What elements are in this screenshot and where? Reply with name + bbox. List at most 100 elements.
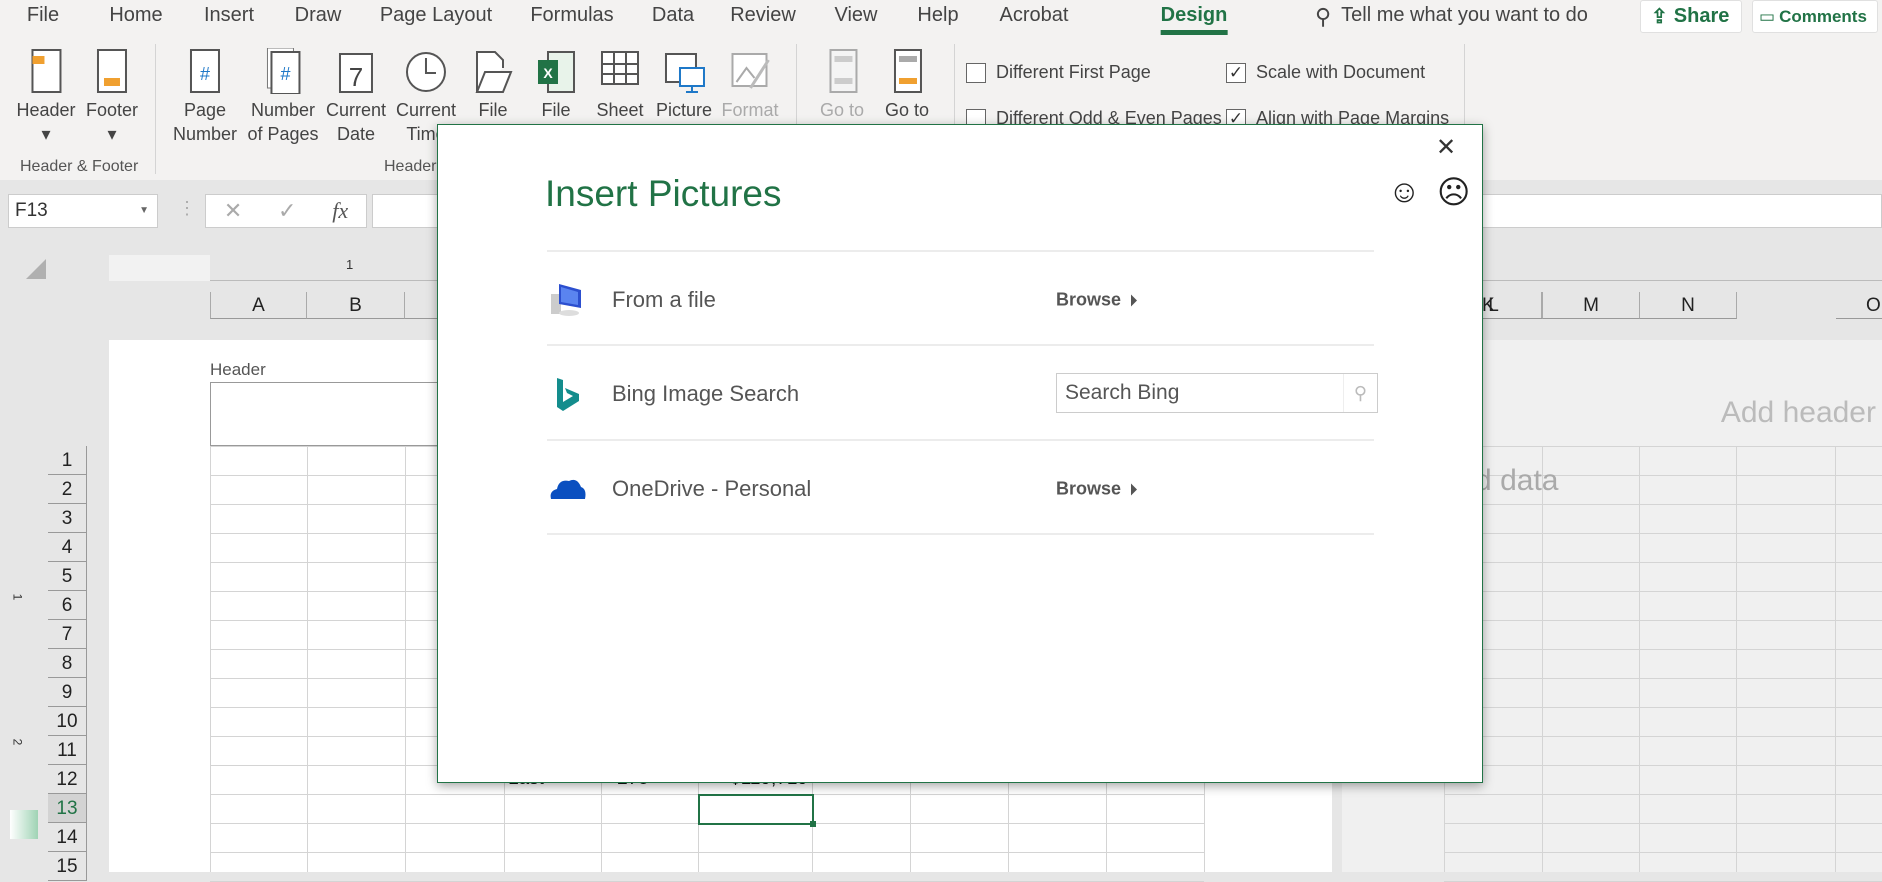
- row-header-11[interactable]: 11: [48, 736, 87, 765]
- row-header-2[interactable]: 2: [48, 475, 87, 504]
- row-header-6[interactable]: 6: [48, 591, 87, 620]
- gridline: [1444, 823, 1882, 824]
- number-of-pages-icon: #: [261, 47, 305, 95]
- tab-formulas[interactable]: Formulas: [530, 4, 613, 27]
- computer-icon: [551, 284, 581, 316]
- checkbox-unchecked[interactable]: [966, 62, 986, 83]
- gridline: [1444, 765, 1882, 766]
- tab-acrobat[interactable]: Acrobat: [1000, 4, 1069, 27]
- checkbox-different-first-page[interactable]: Different First Page: [966, 62, 1151, 83]
- column-header-B[interactable]: B: [307, 292, 405, 319]
- onedrive-browse-button[interactable]: Browse: [1056, 479, 1138, 500]
- row-header-7[interactable]: 7: [48, 620, 87, 649]
- row-header-15[interactable]: 15: [48, 852, 87, 881]
- tell-me-search[interactable]: ⚲ Tell me what you want to do: [1315, 4, 1588, 30]
- header-icon: [24, 48, 68, 94]
- page-number-button[interactable]: # Page Number: [173, 48, 237, 146]
- column-header-O[interactable]: O: [1836, 292, 1882, 319]
- button-label: ▾: [107, 124, 117, 144]
- footer-icon: [90, 48, 134, 94]
- go-to-footer-icon: [885, 48, 929, 94]
- tab-review[interactable]: Review: [730, 4, 796, 27]
- caret-right-icon: [1131, 483, 1138, 495]
- insert-function-icon[interactable]: fx: [332, 198, 348, 224]
- button-label: Sheet: [596, 100, 644, 120]
- tab-page-layout[interactable]: Page Layout: [380, 4, 492, 27]
- svg-text:X: X: [543, 65, 553, 81]
- header-button[interactable]: Header ▾: [16, 48, 76, 146]
- button-label: ▾: [41, 124, 51, 144]
- row-header-14[interactable]: 14: [48, 823, 87, 852]
- checkbox-checked[interactable]: ✓: [1226, 62, 1246, 83]
- number-of-pages-button[interactable]: # Number of Pages: [247, 47, 319, 146]
- comment-icon: ▭: [1759, 6, 1776, 26]
- formula-buttons: ✕ ✓ fx: [205, 194, 367, 228]
- column-header-A[interactable]: A: [210, 292, 307, 319]
- gridline: [1736, 446, 1737, 872]
- name-box[interactable]: F13 ▼: [8, 194, 158, 228]
- row-header-3[interactable]: 3: [48, 504, 87, 533]
- calendar-button[interactable]: 7 Current Date: [326, 48, 386, 146]
- svg-text:#: #: [200, 64, 210, 84]
- format-picture-icon: [728, 48, 772, 94]
- checkbox-scale-with-document[interactable]: ✓ Scale with Document: [1226, 62, 1425, 83]
- tab-view[interactable]: View: [835, 4, 878, 27]
- button-label: Go to: [819, 100, 865, 120]
- button-label: Header: [16, 100, 76, 120]
- add-header-placeholder[interactable]: Add header: [1721, 396, 1876, 430]
- comments-button[interactable]: ▭ Comments: [1752, 0, 1878, 33]
- column-header-M[interactable]: M: [1543, 292, 1640, 319]
- fill-handle[interactable]: [810, 821, 816, 827]
- enter-icon[interactable]: ✓: [278, 198, 296, 224]
- group-label-header-footer: Header & Footer: [20, 158, 139, 175]
- row-indicator: [10, 810, 38, 839]
- button-label: of Pages: [247, 124, 319, 144]
- from-file-browse-button[interactable]: Browse: [1056, 290, 1138, 311]
- gridline: [1444, 649, 1882, 650]
- select-all-corner[interactable]: [26, 259, 46, 279]
- tab-help[interactable]: Help: [917, 4, 958, 27]
- gridline: [1542, 446, 1543, 872]
- tab-home[interactable]: Home: [109, 4, 162, 27]
- tab-data[interactable]: Data: [652, 4, 694, 27]
- row-header-8[interactable]: 8: [48, 649, 87, 678]
- gridline: [1444, 504, 1882, 505]
- search-icon: ⚲: [1315, 4, 1332, 29]
- divider: [547, 533, 1374, 535]
- gridline: [1639, 446, 1640, 872]
- gridline: [210, 852, 1204, 853]
- onedrive-icon: [550, 479, 586, 499]
- button-label: Page: [183, 100, 227, 120]
- search-icon[interactable]: ⚲: [1343, 374, 1377, 412]
- tab-file[interactable]: File: [27, 4, 59, 27]
- close-button[interactable]: ✕: [1436, 133, 1456, 162]
- row-header-1[interactable]: 1: [48, 446, 87, 475]
- gridline: [1444, 852, 1882, 853]
- drag-handle-icon[interactable]: ⋮: [178, 198, 196, 219]
- chevron-down-icon: ▼: [139, 205, 149, 216]
- vertical-ruler: 1 2: [10, 340, 38, 872]
- tab-insert[interactable]: Insert: [204, 4, 254, 27]
- picture-button[interactable]: Picture: [656, 48, 712, 122]
- row-header-9[interactable]: 9: [48, 678, 87, 707]
- gridline: [405, 446, 406, 872]
- sheet-icon: [598, 48, 642, 94]
- tab-design[interactable]: Design: [1160, 4, 1227, 35]
- row-header-5[interactable]: 5: [48, 562, 87, 591]
- cancel-icon[interactable]: ✕: [224, 198, 242, 224]
- gridline: [1444, 446, 1882, 447]
- search-bing-input[interactable]: Search Bing ⚲: [1056, 373, 1378, 413]
- smile-feedback-icon[interactable]: ☺: [1388, 173, 1421, 210]
- row-header-10[interactable]: 10: [48, 707, 87, 736]
- column-header-N[interactable]: N: [1640, 292, 1737, 319]
- tab-draw[interactable]: Draw: [295, 4, 342, 27]
- gridline: [1835, 446, 1836, 872]
- share-button[interactable]: ⇪ Share: [1640, 0, 1742, 33]
- footer-button[interactable]: Footer ▾: [86, 48, 138, 146]
- row-header-13[interactable]: 13: [48, 794, 87, 823]
- header-label: Header: [210, 360, 266, 379]
- frown-feedback-icon[interactable]: ☹: [1437, 173, 1470, 211]
- selected-cell-F13[interactable]: [698, 794, 816, 827]
- row-header-4[interactable]: 4: [48, 533, 87, 562]
- row-header-12[interactable]: 12: [48, 765, 87, 794]
